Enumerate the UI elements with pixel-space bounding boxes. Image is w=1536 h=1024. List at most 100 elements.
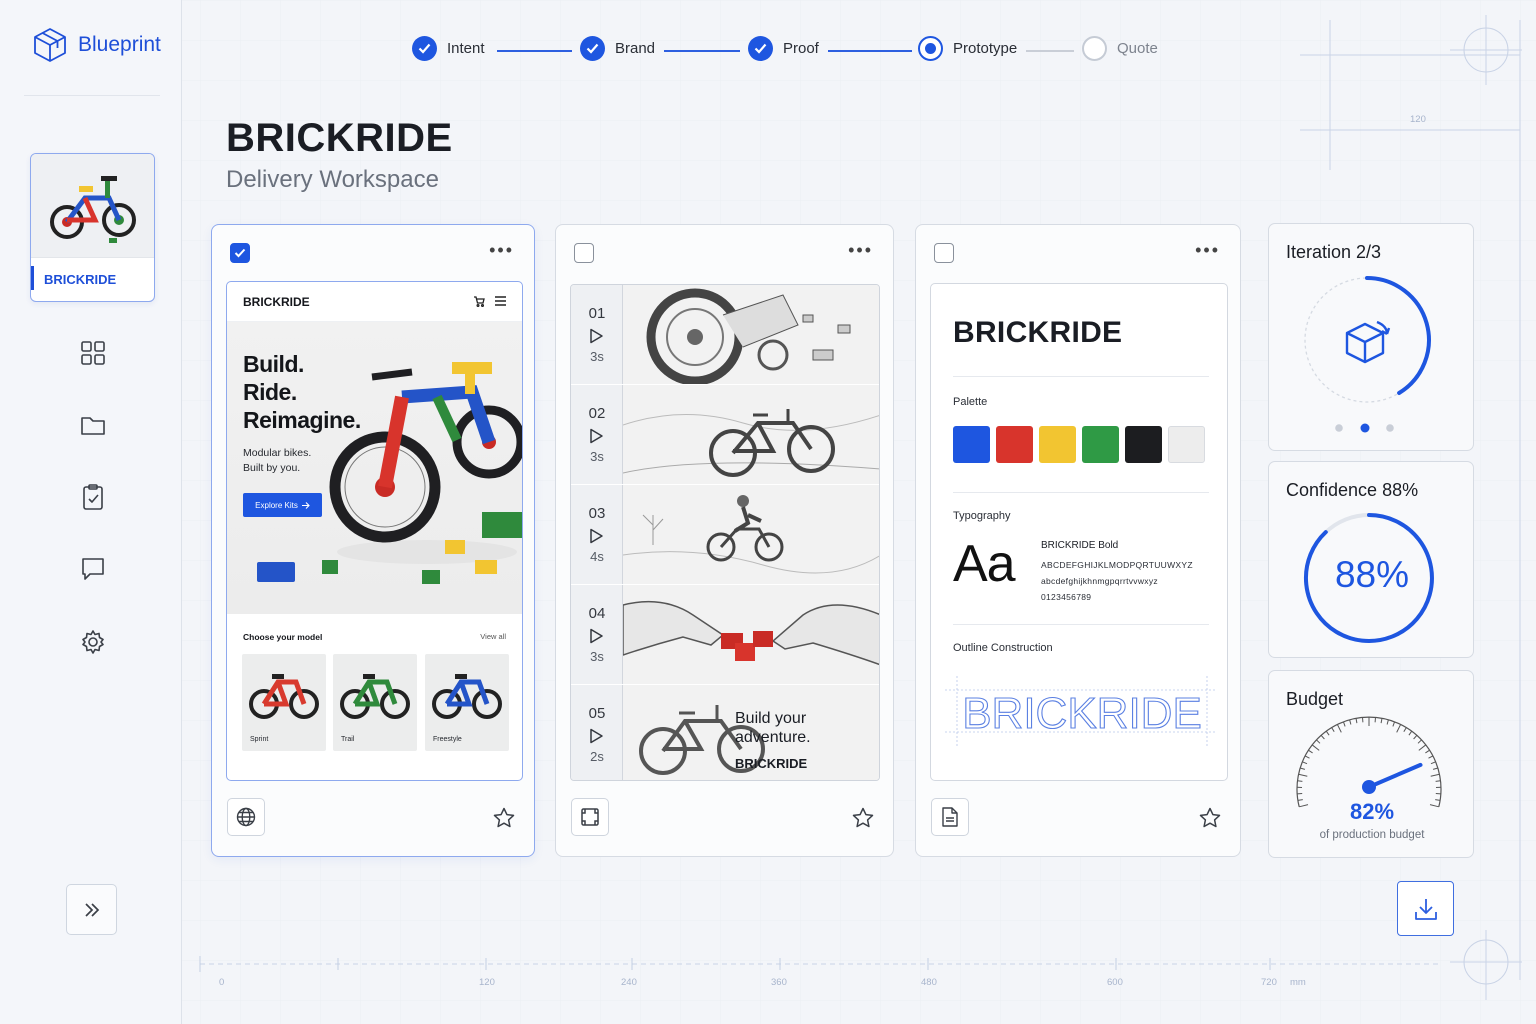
more-menu-button[interactable]: ••• — [848, 241, 873, 259]
explore-kits-button[interactable]: Explore Kits — [243, 493, 322, 517]
model-card-trail[interactable]: Trail — [333, 654, 417, 751]
model-name: Freestyle — [433, 736, 462, 743]
frame-meta: 02 3s — [571, 385, 623, 484]
confidence-card: Confidence 88% 88% — [1268, 461, 1474, 658]
step-label: Proof — [783, 40, 819, 57]
ruler-label: 480 — [921, 977, 937, 988]
chat-icon — [82, 558, 104, 580]
palette-swatch — [1082, 426, 1119, 463]
step-prototype[interactable]: Prototype — [918, 36, 1017, 61]
model-name: Trail — [341, 736, 355, 743]
budget-value: 82% — [1349, 799, 1395, 824]
web-preview-button[interactable] — [227, 798, 265, 836]
frame-duration: 2s — [590, 749, 604, 764]
step-done-indicator — [748, 36, 773, 61]
page-subtitle: Delivery Workspace — [226, 166, 439, 193]
storyboard-card[interactable]: ••• 01 3s 02 3s 03 4s 04 3s 05 2s Build … — [555, 224, 894, 857]
app-logo[interactable]: Blueprint — [32, 26, 161, 64]
palette-swatch — [953, 426, 990, 463]
endcard-brand: BRICKRIDE — [735, 756, 808, 771]
outline-wordmark-text: BRICKRIDE — [962, 689, 1202, 738]
storyboard-frame[interactable]: 01 3s — [571, 285, 879, 384]
nav-grid[interactable] — [78, 338, 108, 368]
step-proof[interactable]: Proof — [748, 36, 819, 61]
storyboard-card-checkbox[interactable] — [574, 243, 594, 263]
hero-body-line: Modular bikes. — [243, 447, 312, 459]
lowercase-set: abcdefghijkhnmgpqrrtvvwxyz — [1041, 576, 1158, 586]
frame-meta: 04 3s — [571, 585, 623, 684]
storyboard-frame-button[interactable] — [571, 798, 609, 836]
project-card[interactable]: BRICKRIDE — [30, 153, 155, 302]
website-card-checkbox[interactable] — [230, 243, 250, 263]
step-intent[interactable]: Intent — [412, 36, 485, 61]
grid-icon — [81, 341, 105, 365]
ruler-label: 0 — [219, 977, 225, 988]
step-current-indicator — [918, 36, 943, 61]
web-hero: Build. Ride. Reimagine. Modular bikes. B… — [227, 322, 522, 614]
download-button[interactable] — [1397, 881, 1454, 936]
brand-document-button[interactable] — [931, 798, 969, 836]
more-menu-button[interactable]: ••• — [489, 241, 514, 259]
storyboard-frame[interactable]: 04 3s — [571, 585, 879, 684]
frame-number: 03 — [588, 505, 606, 522]
iteration-card: Iteration 2/3 — [1268, 223, 1474, 451]
frame-meta: 03 4s — [571, 485, 623, 584]
expand-sidebar-button[interactable] — [66, 884, 117, 935]
sidebar: Blueprint BRICKRIDE — [0, 0, 182, 1024]
step-connector — [497, 50, 572, 52]
star-icon[interactable] — [851, 806, 875, 830]
brand-wordmark: BRICKRIDE — [953, 316, 1123, 349]
clipboard-check-icon — [83, 484, 103, 510]
divider — [953, 624, 1209, 625]
menu-icon — [495, 296, 506, 306]
nav-tasks[interactable] — [78, 482, 108, 512]
star-icon[interactable] — [1198, 806, 1222, 830]
web-navbar: BRICKRIDE — [227, 282, 522, 322]
uppercase-set: ABCDEFGHIJKLMODPQRTUUWXYZ — [1041, 560, 1193, 570]
active-indicator — [31, 266, 34, 290]
divider — [953, 376, 1209, 377]
model-card-freestyle[interactable]: Freestyle — [425, 654, 509, 751]
storyboard-frame[interactable]: 02 3s — [571, 385, 879, 484]
bike-thumbnail-icon — [340, 674, 410, 719]
frame-meta: 01 3s — [571, 285, 623, 384]
step-connector — [1026, 50, 1074, 52]
iteration-dot — [1386, 424, 1394, 432]
model-name: Sprint — [250, 736, 269, 743]
frame-duration: 3s — [590, 349, 604, 364]
folder-icon — [81, 417, 105, 435]
check-icon — [586, 43, 599, 54]
type-specimen: Aa — [953, 535, 1016, 593]
section-title: Choose your model — [243, 632, 323, 642]
sketch-hands-bricks — [623, 585, 879, 684]
nav-comments[interactable] — [78, 554, 108, 584]
more-menu-button[interactable]: ••• — [1195, 241, 1220, 259]
bike-thumbnail-icon — [49, 175, 136, 243]
check-icon — [234, 248, 246, 258]
play-icon — [590, 328, 603, 344]
palette-label: Palette — [953, 396, 988, 408]
bike-thumbnail-icon — [432, 674, 502, 719]
step-quote[interactable]: Quote — [1082, 36, 1158, 61]
frame-number: 04 — [588, 605, 606, 622]
endcard-line: Build your — [735, 710, 807, 727]
star-icon[interactable] — [492, 806, 516, 830]
step-brand[interactable]: Brand — [580, 36, 655, 61]
progress-stepper: Intent Brand Proof Prototype Quote — [412, 36, 1172, 66]
web-brand: BRICKRIDE — [243, 294, 310, 309]
storyboard-frame[interactable]: 05 2s Build your adventure. BRICKRIDE — [571, 685, 879, 780]
nav-settings[interactable] — [78, 627, 108, 657]
view-all-link[interactable]: View all — [480, 632, 506, 641]
step-connector — [828, 50, 912, 52]
brand-card-checkbox[interactable] — [934, 243, 954, 263]
frame-duration: 4s — [590, 549, 604, 564]
storyboard-frame[interactable]: 03 4s — [571, 485, 879, 584]
website-card[interactable]: ••• BRICKRIDE Build. Ride. Reimagine. Mo… — [211, 224, 535, 857]
brand-guide-card[interactable]: ••• BRICKRIDE Palette Typography Aa BRIC… — [915, 224, 1241, 857]
frame-duration: 3s — [590, 449, 604, 464]
gear-icon — [82, 630, 104, 654]
hero-line: Build. — [243, 351, 304, 377]
nav-folder[interactable] — [78, 410, 108, 440]
cube-rotate-icon — [1345, 320, 1391, 364]
model-card-sprint[interactable]: Sprint — [242, 654, 326, 751]
